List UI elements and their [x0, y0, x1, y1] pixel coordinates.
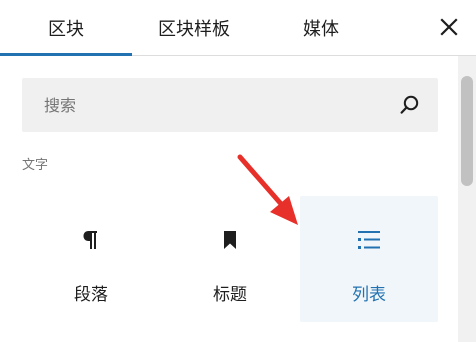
block-inserter-panel: 区块 区块样板 媒体 文字 段落 标题 — [0, 0, 476, 342]
active-tab-indicator — [0, 53, 132, 56]
search-box — [22, 78, 438, 132]
category-heading-text: 文字 — [22, 158, 49, 173]
tab-patterns[interactable]: 区块样板 — [132, 0, 256, 56]
block-label: 列表 — [352, 285, 386, 305]
bookmark-icon — [224, 231, 236, 249]
block-label: 段落 — [74, 285, 108, 305]
tab-label: 区块样板 — [158, 19, 230, 40]
search-icon[interactable] — [398, 93, 422, 117]
scrollbar[interactable] — [458, 56, 476, 342]
tab-media[interactable]: 媒体 — [256, 0, 386, 56]
block-item-paragraph[interactable]: 段落 — [22, 196, 160, 322]
list-icon — [358, 231, 380, 249]
block-item-heading[interactable]: 标题 — [161, 196, 299, 322]
inserter-tabs: 区块 区块样板 媒体 — [0, 0, 476, 56]
tab-label: 区块 — [48, 19, 84, 40]
close-icon — [440, 18, 458, 36]
paragraph-icon — [83, 231, 97, 249]
block-item-list[interactable]: 列表 — [300, 196, 438, 322]
close-button[interactable] — [432, 10, 466, 44]
tab-label: 媒体 — [303, 19, 339, 40]
block-label: 标题 — [213, 285, 247, 305]
search-input[interactable] — [22, 78, 392, 132]
tab-blocks[interactable]: 区块 — [0, 0, 132, 56]
scrollbar-thumb[interactable] — [461, 76, 473, 186]
